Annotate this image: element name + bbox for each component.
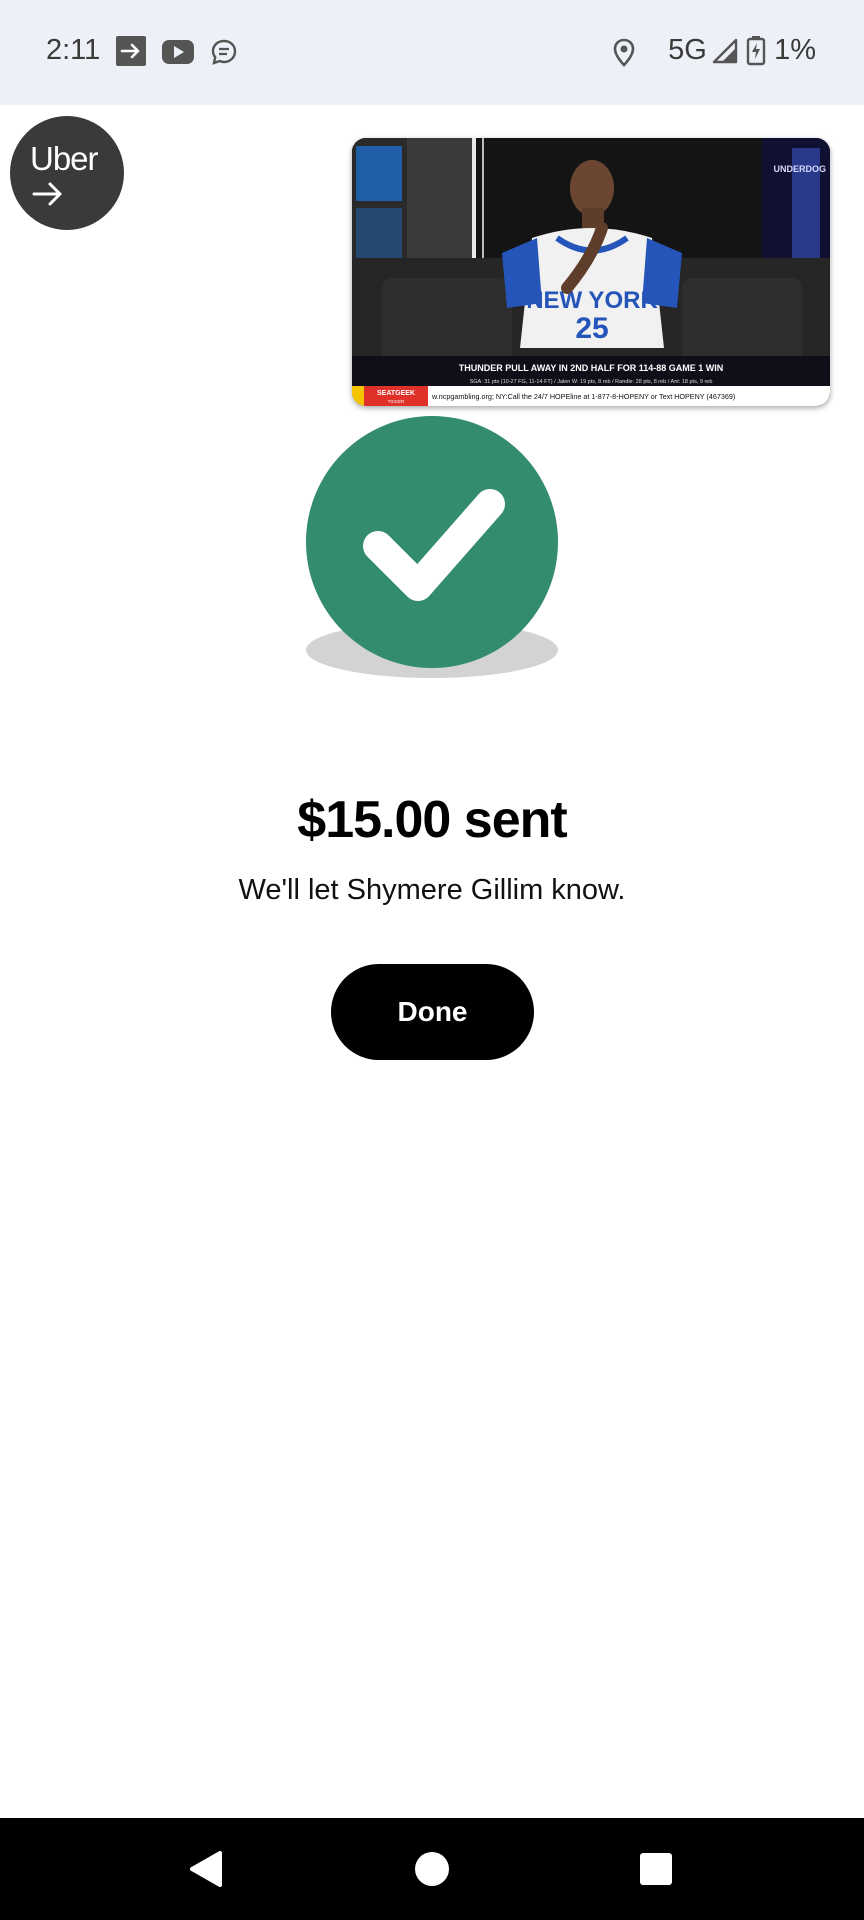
uber-bubble[interactable]: Uber xyxy=(10,116,124,230)
ticker-sponsor-sub: TICKER xyxy=(388,399,405,404)
nav-back-button[interactable] xyxy=(146,1818,266,1920)
uber-label: Uber xyxy=(30,140,99,177)
battery-level: 1% xyxy=(774,34,816,66)
message-icon xyxy=(211,39,237,65)
nav-home-button[interactable] xyxy=(372,1818,492,1920)
network-type: 5G xyxy=(668,34,707,66)
battery-icon xyxy=(746,36,766,66)
amount-sent-title: $15.00 sent xyxy=(297,791,567,849)
forward-icon xyxy=(116,36,146,66)
navigation-bar xyxy=(0,1818,864,1920)
status-time: 2:11 xyxy=(46,34,101,66)
back-icon xyxy=(190,1851,222,1887)
ticker-text: w.ncpgambling.org; NY:Call the 24/7 HOPE… xyxy=(431,392,735,401)
done-button[interactable]: Done xyxy=(331,964,534,1060)
recents-icon xyxy=(640,1853,672,1885)
signal-icon xyxy=(712,38,738,64)
jersey-text: NEW YORK xyxy=(526,287,658,314)
video-stats: SGA: 31 pts (10-27 FG, 11-14 FT) / Jalen… xyxy=(470,379,713,385)
confirmation-message: We'll let Shymere Gillim know. xyxy=(238,874,626,906)
checkmark-icon xyxy=(363,489,505,601)
ticker-sponsor: SEATGEEK xyxy=(377,390,415,397)
home-icon xyxy=(415,1852,449,1886)
location-icon xyxy=(613,38,635,67)
nav-recents-button[interactable] xyxy=(596,1818,716,1920)
video-pip[interactable]: NEW YORK 25 UNDERDOG THUNDER PULL AWAY I… xyxy=(352,138,830,406)
status-bar: 2:11 5G 1% xyxy=(0,0,864,105)
video-frame: NEW YORK 25 UNDERDOG THUNDER PULL AWAY I… xyxy=(352,138,830,406)
jersey-number: 25 xyxy=(575,312,608,345)
youtube-icon xyxy=(162,40,194,64)
status-right: 5G 1% xyxy=(613,34,816,67)
success-check-badge xyxy=(306,416,558,668)
arrow-right-icon xyxy=(32,182,62,206)
video-headline: THUNDER PULL AWAY IN 2ND HALF FOR 114-88… xyxy=(459,363,724,373)
network-logo: UNDERDOG xyxy=(773,164,826,174)
